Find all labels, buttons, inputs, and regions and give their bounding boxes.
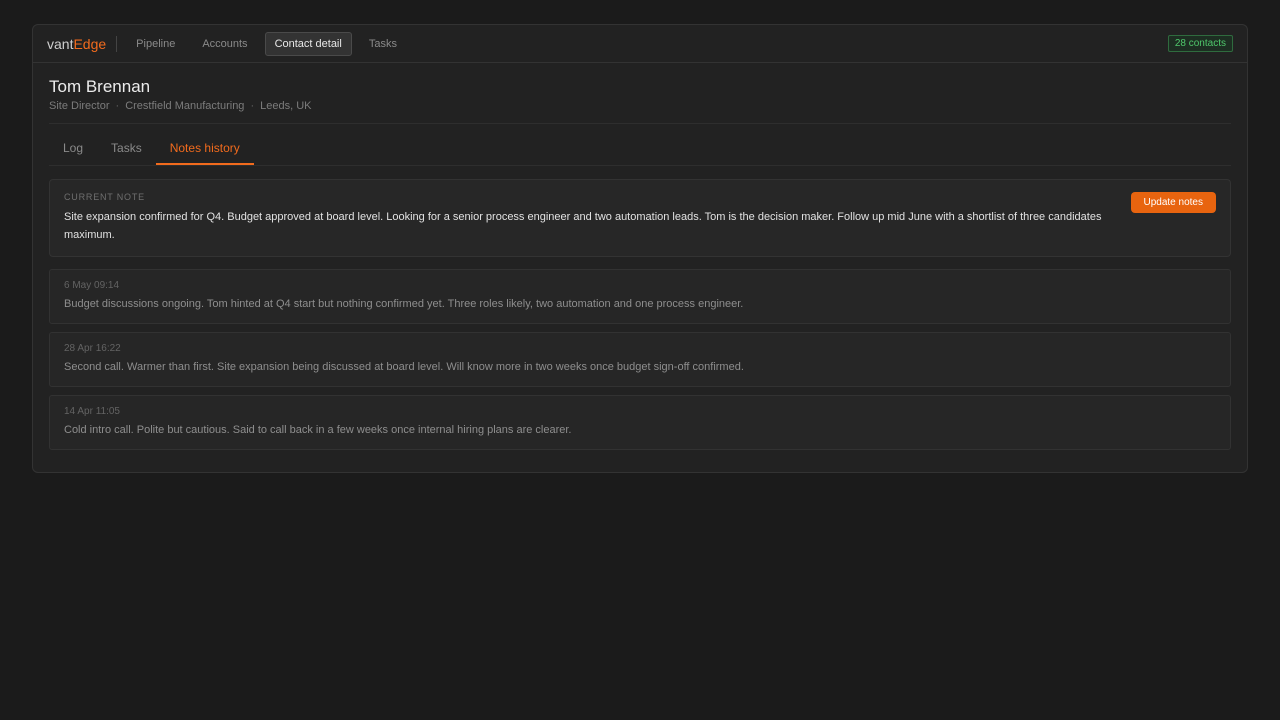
detail-tabs: Log Tasks Notes history [49,124,1231,166]
nav-item-pipeline[interactable]: Pipeline [126,32,185,56]
contact-header: Tom Brennan Site Director · Crestfield M… [49,63,1231,124]
meta-separator: · [250,100,255,112]
top-navbar: vant Edge Pipeline Accounts Contact detai… [33,25,1247,63]
history-note-date: 6 May 09:14 [64,280,120,291]
logo[interactable]: vant Edge [47,35,118,52]
history-note-text: Budget discussions ongoing. Tom hinted a… [64,298,744,310]
contact-location: Leeds, UK [260,100,312,112]
contact-role: Site Director [49,100,110,112]
contact-meta: Site Director · Crestfield Manufacturing… [49,100,1231,112]
notes-history-list: 6 May 09:14 Budget discussions ongoing. … [49,269,1231,450]
update-notes-button[interactable]: Update notes [1130,192,1216,213]
nav-item-tasks[interactable]: Tasks [359,32,407,56]
contacts-count-badge: 28 contacts [1167,35,1233,52]
nav-item-contact-detail[interactable]: Contact detail [264,31,352,56]
history-note-date: 14 Apr 11:05 [64,406,120,417]
contact-name: Tom Brennan [49,77,151,96]
main-content: Tom Brennan Site Director · Crestfield M… [33,63,1247,450]
history-note-date: 28 Apr 16:22 [64,343,121,354]
tab-log[interactable]: Log [49,141,97,165]
history-note-text: Second call. Warmer than first. Site exp… [64,361,744,373]
tab-notes-history[interactable]: Notes history [155,141,254,165]
current-note-text: Site expansion confirmed for Q4. Budget … [64,211,1102,241]
app-window: vant Edge Pipeline Accounts Contact detai… [32,24,1248,473]
logo-text-right: Edge [73,35,107,52]
nav-item-accounts[interactable]: Accounts [192,32,257,56]
history-note: 14 Apr 11:05 Cold intro call. Polite but… [49,395,1231,450]
current-note-card: CURRENT NOTE Site expansion confirmed fo… [49,179,1231,257]
tab-tasks[interactable]: Tasks [97,141,156,165]
logo-text-left: vant [47,35,74,52]
main-nav: Pipeline Accounts Contact detail Tasks [126,31,414,56]
current-note-label: CURRENT NOTE [64,192,145,202]
meta-separator: · [115,100,120,112]
history-note-text: Cold intro call. Polite but cautious. Sa… [64,424,572,436]
history-note: 6 May 09:14 Budget discussions ongoing. … [49,269,1231,324]
contact-company: Crestfield Manufacturing [125,100,245,112]
history-note: 28 Apr 16:22 Second call. Warmer than fi… [49,332,1231,387]
